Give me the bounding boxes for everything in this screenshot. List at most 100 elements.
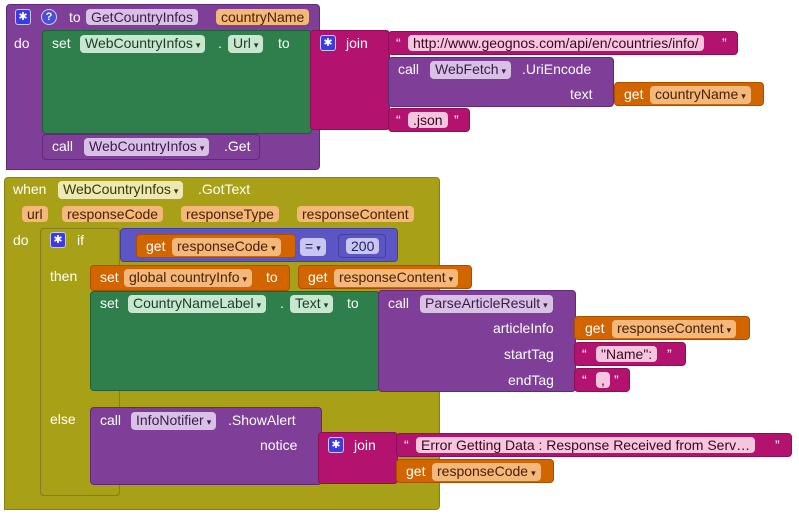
method-uriencode: .UriEncode [522, 61, 592, 77]
chevron-down-icon: ▾ [531, 468, 536, 478]
help-icon[interactable]: ? [41, 9, 57, 25]
component-dropdown-countrynamelabel[interactable]: CountryNameLabel ▾ [128, 295, 267, 313]
set-keyword: set [100, 295, 119, 311]
chevron-down-icon: ▾ [448, 274, 454, 284]
operator: = [305, 238, 314, 254]
join-keyword: join [354, 437, 376, 453]
mutator-gear-icon[interactable]: ✱ [15, 9, 31, 25]
variable-dropdown-responsecontent[interactable]: responseContent ▾ [334, 269, 459, 287]
when-keyword: when [13, 181, 47, 197]
method-get: .Get [224, 138, 251, 154]
dot-separator: . [218, 35, 222, 51]
endtag-string-field[interactable]: , [596, 372, 610, 388]
call-keyword: call [52, 138, 74, 154]
variable-name: countryName [655, 86, 739, 102]
variable-dropdown-responsecode[interactable]: responseCode ▾ [432, 463, 541, 481]
open-quote: “ [396, 112, 401, 128]
variable-dropdown-countryname[interactable]: countryName ▾ [650, 86, 751, 104]
chevron-down-icon: ▾ [741, 91, 746, 101]
chevron-down-icon: ▾ [271, 243, 276, 253]
variable-name: responseCode [177, 238, 269, 254]
variable-name: global countryInfo [129, 269, 240, 285]
variable-dropdown-responsecontent[interactable]: responseContent ▾ [612, 320, 737, 338]
to-keyword: to [278, 35, 290, 51]
component-name: WebFetch [435, 61, 499, 77]
event-do-label: do [13, 232, 29, 248]
event-param-responsetype[interactable]: responseType [181, 206, 279, 222]
component-dropdown-webcountryinfos[interactable]: WebCountryInfos ▾ [58, 181, 184, 199]
close-quote: ” [454, 112, 459, 128]
else-keyword: else [50, 411, 76, 427]
starttag-string-field[interactable]: "Name": [596, 346, 658, 362]
chevron-down-icon: ▾ [242, 274, 248, 284]
get-keyword: get [146, 238, 166, 254]
to-keyword: to [347, 295, 359, 311]
chevron-down-icon: ▾ [726, 325, 732, 335]
event-name-gottext: .GotText [198, 181, 251, 197]
close-quote: ” [775, 437, 780, 453]
join-keyword: join [346, 35, 368, 51]
call-keyword: call [100, 412, 122, 428]
json-string-field[interactable]: .json [408, 112, 448, 128]
component-name: WebCountryInfos [85, 35, 193, 51]
open-quote: “ [404, 437, 409, 453]
event-param-responsecode[interactable]: responseCode [62, 206, 164, 222]
call-keyword: call [398, 61, 420, 77]
set-keyword: set [100, 269, 119, 285]
chevron-down-icon: ▾ [195, 40, 201, 50]
component-name: WebCountryInfos [89, 138, 197, 154]
close-quote: ” [667, 346, 672, 362]
property-name: Text [295, 295, 321, 311]
property-dropdown-text[interactable]: Text ▾ [290, 295, 334, 313]
chevron-down-icon: ▾ [256, 300, 262, 310]
component-name: InfoNotifier [136, 412, 204, 428]
procedure-name-field[interactable]: GetCountryInfos [86, 9, 198, 25]
number-field-200[interactable]: 200 [346, 238, 380, 254]
then-keyword: then [50, 268, 78, 284]
operator-dropdown-equals[interactable]: = ▾ [300, 238, 326, 256]
get-keyword: get [406, 463, 426, 479]
to-keyword: to [266, 269, 278, 285]
component-dropdown-infonotifier[interactable]: InfoNotifier ▾ [131, 412, 217, 430]
get-keyword: get [308, 269, 328, 285]
get-keyword: get [585, 320, 605, 336]
chevron-down-icon: ▾ [206, 417, 212, 427]
procedure-dropdown-parsearticleresult[interactable]: ParseArticleResult ▾ [420, 295, 553, 313]
variable-name: responseCode [437, 463, 529, 479]
join-mutator-gear-icon[interactable]: ✱ [320, 35, 336, 51]
procedure-to-label: to [69, 9, 81, 25]
text-param-label: text [570, 86, 593, 102]
call-keyword: call [388, 295, 410, 311]
event-param-responsecontent[interactable]: responseContent [297, 206, 414, 222]
variable-dropdown-responsecode[interactable]: responseCode ▾ [172, 238, 281, 256]
component-name: WebCountryInfos [63, 181, 171, 197]
open-quote: “ [582, 372, 587, 388]
component-name: CountryNameLabel [133, 295, 254, 311]
procedure-name: ParseArticleResult [425, 295, 541, 311]
event-param-url[interactable]: url [22, 206, 48, 222]
if-mutator-gear-icon[interactable]: ✱ [50, 232, 66, 248]
chevron-down-icon: ▾ [173, 186, 179, 196]
open-quote: “ [582, 346, 587, 362]
component-dropdown-webcountryinfos[interactable]: WebCountryInfos ▾ [84, 138, 210, 156]
error-string-field[interactable]: Error Getting Data : Response Received f… [416, 437, 756, 453]
procedure-do-label: do [14, 35, 30, 51]
endtag-param-label: endTag [508, 372, 554, 388]
join-mutator-gear-icon[interactable]: ✱ [328, 437, 344, 453]
component-dropdown-webcountryinfos[interactable]: WebCountryInfos ▾ [80, 35, 206, 53]
global-variable-dropdown-countryinfo[interactable]: global countryInfo ▾ [124, 269, 253, 287]
component-dropdown-webfetch[interactable]: WebFetch ▾ [430, 61, 512, 79]
chevron-down-icon: ▾ [316, 243, 321, 253]
property-name: Url [233, 35, 251, 51]
variable-name: responseContent [339, 269, 446, 285]
variable-name: responseContent [617, 320, 724, 336]
close-quote: ” [722, 35, 727, 51]
if-keyword: if [77, 232, 84, 248]
url-string-field[interactable]: http://www.geognos.com/api/en/countries/… [408, 35, 704, 51]
procedure-param-countryname[interactable]: countryName [216, 9, 310, 25]
property-dropdown-url[interactable]: Url ▾ [228, 35, 264, 53]
dot-separator: . [280, 295, 284, 311]
notice-param-label: notice [260, 437, 298, 453]
starttag-param-label: startTag [504, 346, 554, 362]
set-keyword: set [52, 35, 71, 51]
